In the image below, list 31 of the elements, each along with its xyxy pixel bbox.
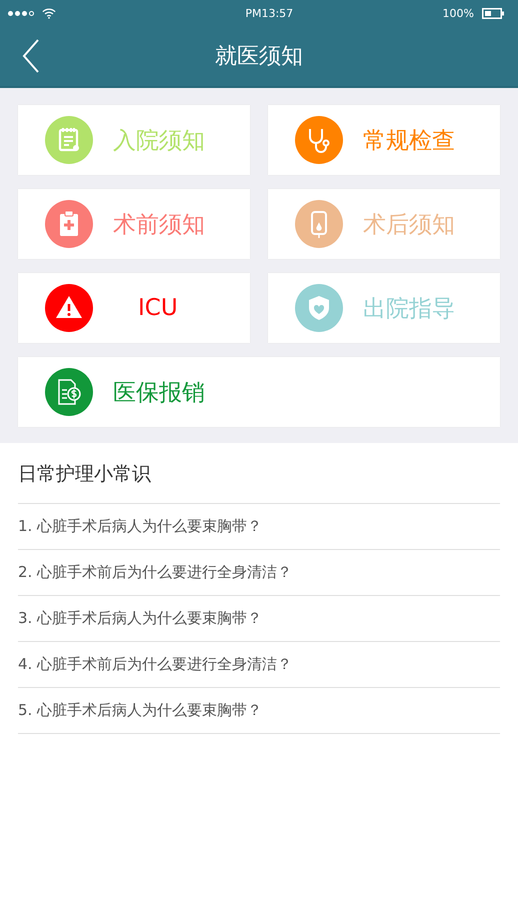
notepad-icon: [45, 116, 93, 164]
battery-icon: [482, 8, 504, 18]
tile-label: 医保报销: [113, 378, 205, 408]
status-time: PM13:57: [244, 6, 294, 20]
back-icon[interactable]: [22, 39, 40, 73]
question-link[interactable]: 1. 心脏手术后病人为什么要束胸带？: [18, 504, 500, 550]
tile-label: 入院须知: [113, 126, 205, 156]
tile-label: 术前须知: [113, 210, 205, 240]
question-link[interactable]: 3. 心脏手术后病人为什么要束胸带？: [18, 596, 500, 642]
tile-label: 术后须知: [363, 210, 455, 240]
question-link[interactable]: 4. 心脏手术前后为什么要进行全身清洁？: [18, 642, 500, 688]
wifi-icon: [42, 8, 56, 18]
menu-tile[interactable]: 医保报销: [18, 357, 500, 427]
tile-label: 常规检查: [363, 126, 455, 156]
signal-icon: [8, 10, 34, 16]
question-link[interactable]: 5. 心脏手术后病人为什么要束胸带？: [18, 688, 500, 734]
warning-icon: [45, 284, 93, 332]
battery-level: 100%: [442, 6, 474, 20]
tile-label: ICU: [138, 295, 178, 321]
section-title: 日常护理小常识: [18, 461, 500, 504]
bill-icon: [45, 368, 93, 416]
stethoscope-icon: [295, 116, 343, 164]
menu-tile[interactable]: 术前须知: [18, 189, 250, 259]
tile-label: 出院指导: [363, 294, 455, 324]
question-link[interactable]: 2. 心脏手术前后为什么要进行全身清洁？: [18, 550, 500, 596]
menu-tile[interactable]: ICU: [18, 273, 250, 343]
clipboard-icon: [45, 200, 93, 248]
menu-tile[interactable]: 常规检查: [268, 105, 500, 175]
iv-bag-icon: [295, 200, 343, 248]
page-title: 就医须知: [215, 43, 303, 71]
shield-icon: [295, 284, 343, 332]
